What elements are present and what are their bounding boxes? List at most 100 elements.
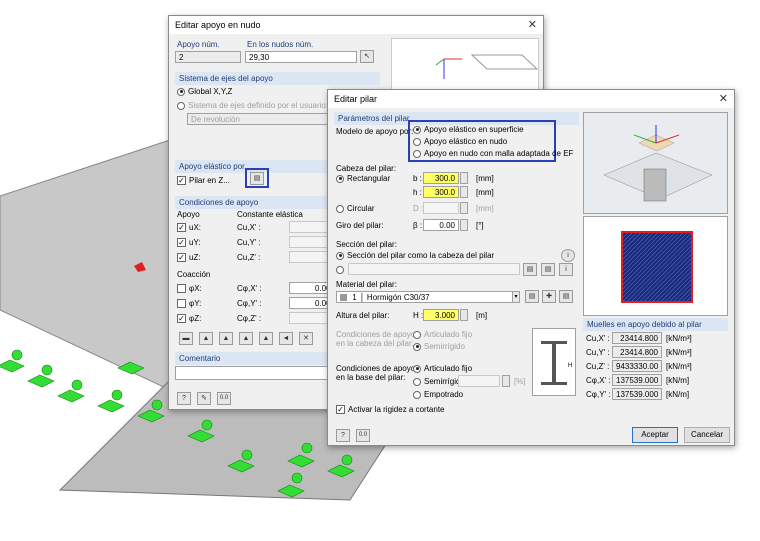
- section-select[interactable]: [348, 263, 520, 275]
- flange-icon: [541, 341, 567, 344]
- uz-checkbox[interactable]: ✓ uZ:: [177, 253, 201, 263]
- rot-field[interactable]: 0.00: [423, 219, 459, 231]
- spring-value: 23414.800: [612, 332, 662, 344]
- global-axes-radio[interactable]: Global X,Y,Z: [177, 87, 232, 96]
- support-type-icon-1[interactable]: ▬: [179, 332, 193, 345]
- d-label: D :: [413, 204, 424, 213]
- b-field[interactable]: 300.0: [423, 172, 459, 184]
- model-label: Modelo de apoyo por:: [336, 127, 414, 136]
- edit-icon[interactable]: ✎: [197, 392, 211, 405]
- base-articulated-radio[interactable]: Articulado fijo: [413, 364, 472, 373]
- rot-label: Giro del pilar:: [336, 221, 384, 230]
- top-semi-label: Semirrígido: [424, 342, 465, 351]
- edit-column-icon[interactable]: ▤: [250, 172, 264, 185]
- model-option-mesh[interactable]: Apoyo en nudo con malla adaptada de EF: [413, 149, 573, 158]
- uy-const-label: Cu,Y' :: [237, 238, 261, 247]
- section-info-icon[interactable]: i: [559, 263, 573, 276]
- spring-label: Cφ,Y' :: [586, 390, 611, 399]
- section-new-icon[interactable]: ▤: [541, 263, 555, 276]
- material-dropdown-icon[interactable]: ▾: [512, 291, 520, 303]
- section-lib-icon[interactable]: ▤: [523, 263, 537, 276]
- spring-label: Cφ,X' :: [586, 376, 611, 385]
- section-custom-radio[interactable]: [336, 265, 347, 274]
- material-new-icon[interactable]: ✚: [542, 290, 556, 303]
- pick-node-icon[interactable]: ↖: [360, 50, 374, 63]
- material-lib-icon[interactable]: ▤: [525, 290, 539, 303]
- close-icon[interactable]: ✕: [528, 18, 537, 31]
- edit-column-dialog: Editar pilar ✕ Parámetros del pilar Model…: [327, 89, 735, 446]
- base-semi-field[interactable]: [458, 375, 500, 387]
- phiz-checkbox[interactable]: ✓ φZ:: [177, 314, 202, 324]
- close-icon[interactable]: ✕: [719, 92, 728, 105]
- material-select[interactable]: 1 │ Hormigón C30/37: [336, 291, 520, 303]
- units-icon[interactable]: 0.0: [217, 392, 231, 405]
- support-icon: [151, 399, 163, 411]
- support-type-icon-7[interactable]: ✕: [299, 332, 313, 345]
- support-type-icon-6[interactable]: ◄: [279, 332, 293, 345]
- shear-checkbox[interactable]: ✓ Activar la rigidez a cortante: [336, 405, 445, 415]
- support-no-field[interactable]: 2: [175, 51, 241, 63]
- support-type-icon-4[interactable]: ▲: [239, 332, 253, 345]
- support-icon: [0, 359, 25, 373]
- nodes-field[interactable]: 29,30: [245, 51, 357, 63]
- base-semi-spin[interactable]: [502, 375, 510, 387]
- material-edit-icon[interactable]: ▤: [559, 290, 573, 303]
- height-unit: [m]: [476, 311, 488, 320]
- support-icon: [27, 374, 55, 388]
- b-spin[interactable]: [460, 172, 468, 184]
- model-option-mesh-label: Apoyo en nudo con malla adaptada de EF: [424, 149, 574, 158]
- coaccion-label: Coacción: [177, 270, 211, 279]
- support-icon: [57, 389, 85, 403]
- height-field[interactable]: 3.000: [423, 309, 459, 321]
- head-label: Cabeza del pilar:: [336, 164, 397, 173]
- help-icon[interactable]: ?: [336, 429, 350, 442]
- top-articulated-radio[interactable]: Articulado fijo: [413, 330, 472, 339]
- help-icon[interactable]: ?: [177, 392, 191, 405]
- model-option-surface[interactable]: Apoyo elástico en superficie: [413, 125, 524, 134]
- material-color-icon: [340, 294, 347, 302]
- model-option-surface-label: Apoyo elástico en superficie: [424, 125, 524, 134]
- ux-checkbox[interactable]: ✓ uX:: [177, 223, 201, 233]
- support-type-icon-5[interactable]: ▲: [259, 332, 273, 345]
- h-spin[interactable]: [460, 186, 468, 198]
- shear-label: Activar la rigidez a cortante: [348, 405, 445, 414]
- support-no-label: Apoyo núm.: [177, 40, 220, 49]
- d-spin[interactable]: [460, 202, 468, 214]
- support-icon: [291, 472, 303, 484]
- circ-radio[interactable]: Circular: [336, 204, 375, 213]
- title-bar: Editar apoyo en nudo ✕: [169, 16, 543, 34]
- box-preview: [470, 54, 539, 70]
- phix-checkbox[interactable]: φX:: [177, 284, 202, 294]
- uy-checkbox[interactable]: ✓ uY:: [177, 238, 201, 248]
- d-field[interactable]: [423, 202, 459, 214]
- height-spin[interactable]: [460, 309, 468, 321]
- rect-radio[interactable]: Rectangular: [336, 174, 390, 183]
- column-in-z-checkbox[interactable]: ✓ Pilar en Z...: [177, 176, 230, 186]
- units-icon[interactable]: 0.0: [356, 429, 370, 442]
- spring-label: Cu,X' :: [586, 334, 610, 343]
- ok-button[interactable]: Aceptar: [632, 427, 678, 443]
- user-axes-radio[interactable]: Sistema de ejes definido por el usuario:: [177, 101, 328, 110]
- support-type-icon-2[interactable]: ▲: [199, 332, 213, 345]
- base-cond-label-1: Condiciones de apoyo: [336, 364, 416, 373]
- cancel-button[interactable]: Cancelar: [684, 427, 730, 443]
- rot-spin[interactable]: [460, 219, 468, 231]
- phiy-checkbox[interactable]: φY:: [177, 299, 201, 309]
- section-same-radio[interactable]: Sección del pilar como la cabeza del pil…: [336, 251, 494, 260]
- model-option-node[interactable]: Apoyo elástico en nudo: [413, 137, 507, 146]
- base-fixed-radio[interactable]: Empotrado: [413, 390, 463, 399]
- material-name: Hormigón C30/37: [366, 293, 430, 302]
- dialog-title: Editar pilar: [334, 94, 378, 104]
- support-type-icon-3[interactable]: ▲: [219, 332, 233, 345]
- info-icon[interactable]: i: [561, 249, 575, 262]
- spring-unit: [kN/m³]: [666, 348, 692, 357]
- phiz-label: φZ:: [189, 314, 202, 323]
- circ-label: Circular: [347, 204, 375, 213]
- base-cond-label-2: en la base del pilar:: [336, 373, 406, 382]
- support-icon: [41, 364, 53, 376]
- support-icon: [301, 442, 313, 454]
- h-field[interactable]: 300.0: [423, 186, 459, 198]
- phix-label: φX:: [189, 284, 202, 293]
- top-semi-radio[interactable]: Semirrígido: [413, 342, 465, 351]
- dialog-title: Editar apoyo en nudo: [175, 20, 261, 30]
